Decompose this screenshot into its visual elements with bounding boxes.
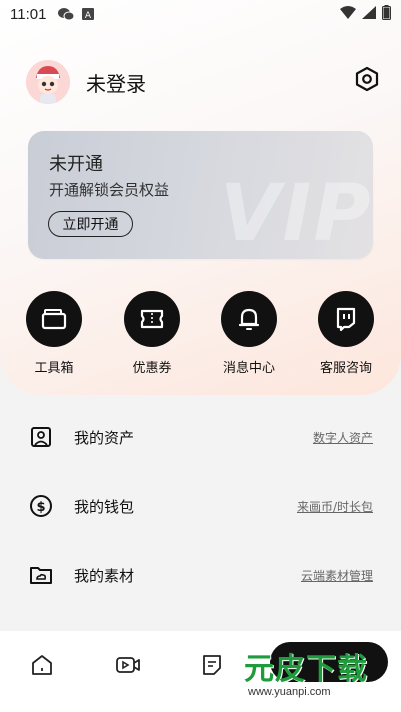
menu-item-link[interactable]: 来画币/时长包 [297, 498, 373, 515]
toolbox-icon[interactable] [26, 291, 82, 347]
avatar[interactable] [26, 60, 70, 104]
menu-item-materials[interactable]: 我的素材 云端素材管理 [28, 555, 373, 595]
status-bar: 11:01 A [0, 0, 401, 28]
menu-item-label: 我的资产 [74, 428, 135, 447]
menu-item-link[interactable]: 云端素材管理 [301, 567, 373, 584]
quick-action-messages[interactable]: 消息中心 [219, 291, 279, 376]
vip-title: 未开通 [49, 154, 103, 175]
quick-action-support[interactable]: 客服咨询 [316, 291, 376, 376]
menu-item-label: 我的钱包 [74, 497, 135, 516]
battery-icon [382, 4, 391, 24]
svg-text:A: A [85, 11, 92, 20]
wifi-icon [340, 5, 356, 23]
profile-header[interactable]: 未登录 [26, 60, 146, 104]
menu-item-link[interactable]: 数字人资产 [313, 429, 373, 446]
video-icon[interactable] [115, 653, 141, 679]
watermark-url: www.yuanpi.com [248, 686, 331, 698]
cloud-folder-icon [28, 562, 54, 588]
bell-icon[interactable] [221, 291, 277, 347]
wechat-icon [58, 7, 75, 21]
menu-item-label: 我的素材 [74, 566, 135, 585]
site-watermark: 元皮下载 www.yuanpi.com [238, 642, 388, 710]
quick-action-label: 客服咨询 [319, 361, 372, 376]
vip-subtitle: 开通解锁会员权益 [49, 181, 170, 199]
svg-text:$: $ [36, 500, 45, 515]
signal-icon [362, 5, 376, 23]
vip-watermark: VIP [220, 169, 373, 259]
home-icon[interactable] [30, 653, 56, 679]
a-badge-icon: A [82, 8, 95, 20]
coupon-icon[interactable] [124, 291, 180, 347]
coin-icon: $ [28, 493, 54, 519]
vip-card[interactable]: VIP 未开通 开通解锁会员权益 立即开通 [28, 131, 373, 259]
quick-action-label: 消息中心 [222, 361, 275, 376]
quick-action-label: 优惠券 [132, 361, 172, 376]
note-icon[interactable] [200, 653, 226, 679]
menu-item-assets[interactable]: 我的资产 数字人资产 [28, 417, 373, 457]
status-time: 11:01 [10, 5, 47, 23]
chat-support-icon[interactable] [318, 291, 374, 347]
menu-item-wallet[interactable]: $ 我的钱包 来画币/时长包 [28, 486, 373, 526]
portrait-frame-icon [28, 424, 54, 450]
avatar-character-icon [26, 60, 70, 104]
watermark-main-text: 元皮下载 [244, 652, 368, 687]
activate-vip-button[interactable]: 立即开通 [48, 211, 133, 237]
quick-action-label: 工具箱 [34, 361, 74, 376]
settings-icon[interactable] [354, 66, 380, 92]
quick-action-coupon[interactable]: 优惠券 [122, 291, 182, 376]
quick-action-toolbox[interactable]: 工具箱 [24, 291, 84, 376]
profile-name[interactable]: 未登录 [86, 68, 146, 97]
